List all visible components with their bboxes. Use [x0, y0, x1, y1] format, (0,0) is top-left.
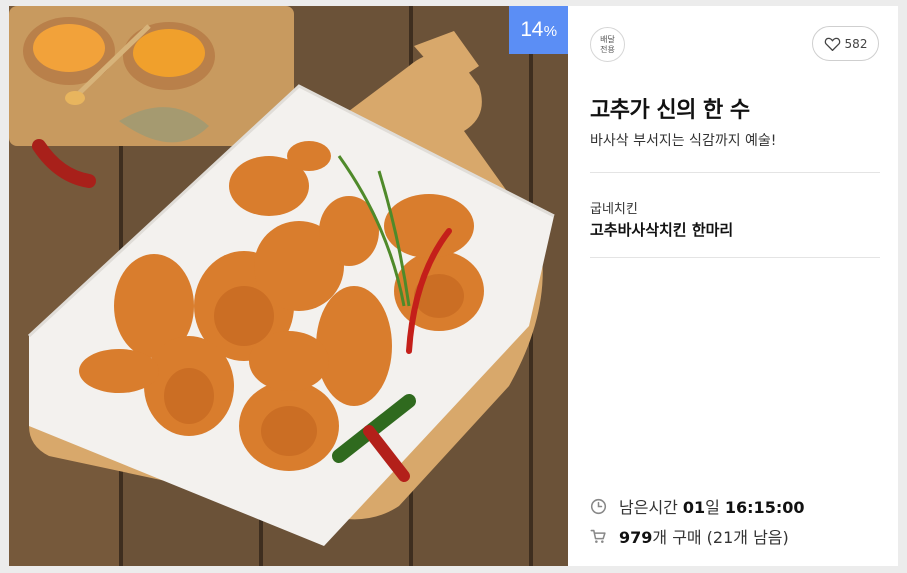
- store-name: 굽네치킨: [590, 202, 638, 217]
- delivery-only-badge: 배달 전용: [590, 27, 625, 62]
- remaining-time-row: 남은시간 01 일 16:15:00: [590, 494, 804, 518]
- cart-icon: [590, 529, 606, 543]
- deal-info: 배달 전용 582 고추가 신의 한 수 바사삭 부서지는 식감까지 예술! 굽…: [568, 6, 898, 566]
- discount-badge: 14%: [509, 6, 568, 54]
- discount-unit: %: [543, 23, 557, 40]
- remaining-label: 남은시간: [619, 498, 678, 517]
- remaining-stock: (21개 남음): [706, 528, 789, 547]
- deal-title: 고추가 신의 한 수: [590, 98, 750, 123]
- remaining-days: 01: [682, 498, 706, 517]
- delivery-badge-line2: 전용: [600, 44, 615, 54]
- deal-subtitle: 바사삭 부서지는 식감까지 예술!: [590, 133, 777, 149]
- divider: [590, 257, 880, 258]
- discount-value: 14: [520, 18, 543, 41]
- purchase-count: 979: [619, 528, 653, 547]
- purchase-unit: 개 구매: [652, 528, 702, 547]
- purchase-count-row: 979 개 구매 (21개 남음): [590, 524, 789, 548]
- deal-card[interactable]: 14% 배달 전용 582 고추가 신의 한 수 바사삭 부서지는 식감까지 예…: [9, 6, 898, 566]
- fried-chicken-image: [9, 6, 568, 566]
- clock-icon: [590, 498, 607, 514]
- product-photo[interactable]: 14%: [9, 6, 568, 566]
- like-count: 582: [844, 36, 868, 51]
- remaining-days-unit: 일: [705, 498, 720, 517]
- delivery-badge-line1: 배달: [600, 34, 615, 44]
- remaining-time: 16:15:00: [724, 498, 805, 517]
- product-name: 고추바사삭치킨 한마리: [590, 221, 734, 239]
- divider: [590, 172, 880, 173]
- like-button[interactable]: 582: [812, 26, 879, 61]
- heart-icon: [824, 37, 840, 51]
